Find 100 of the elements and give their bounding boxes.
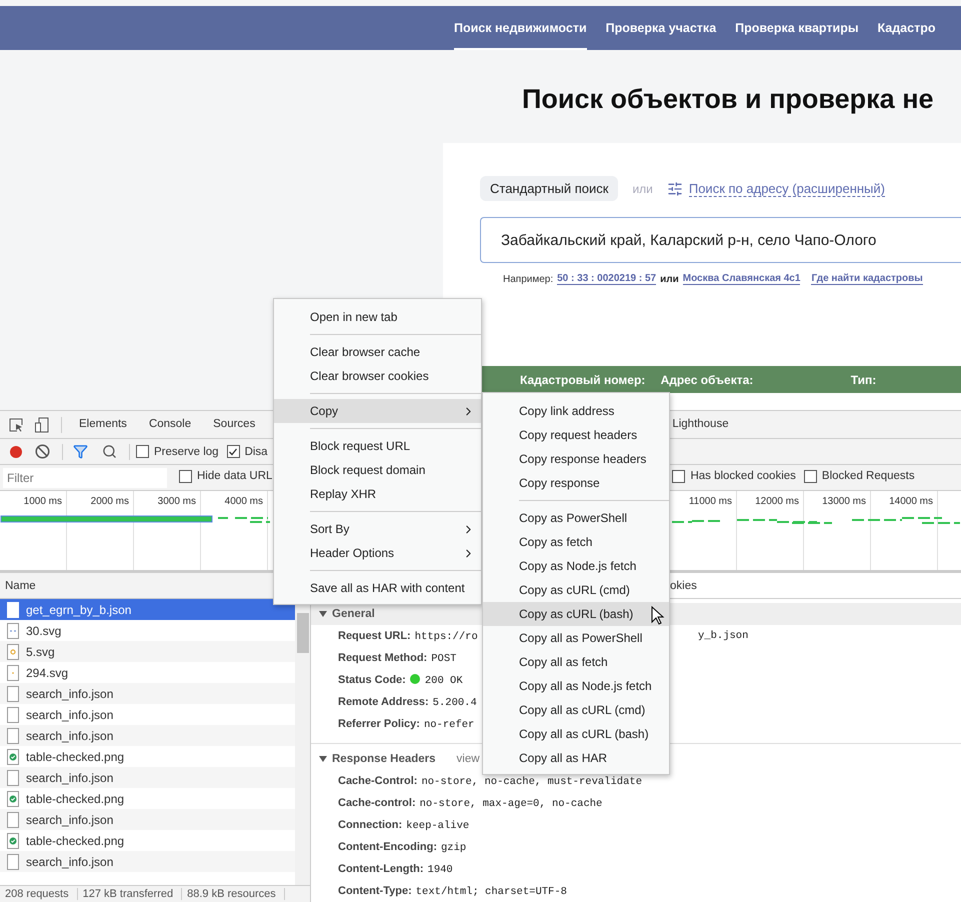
header-field: Remote Address: 5.200.4 bbox=[338, 696, 477, 708]
help-link[interactable]: Где найти кадастровы bbox=[811, 273, 923, 285]
section-header[interactable]: Response Headers view bbox=[311, 748, 480, 770]
expand-triangle-icon bbox=[319, 755, 327, 763]
example-link[interactable]: Москва Славянская 4с1 bbox=[682, 273, 800, 285]
menu-item[interactable]: Block request URL bbox=[274, 434, 481, 458]
file-icon bbox=[7, 832, 19, 848]
menu-item[interactable]: Copy all as fetch bbox=[483, 650, 669, 674]
nav-link[interactable]: Кадастро bbox=[878, 6, 936, 50]
menu-item[interactable]: Copy all as PowerShell bbox=[483, 626, 669, 650]
standard-search-button[interactable]: Стандартный поиск bbox=[480, 176, 618, 201]
nav-link[interactable]: Проверка участка bbox=[606, 6, 716, 50]
menu-item[interactable]: Clear browser cookies bbox=[274, 364, 481, 388]
file-icon bbox=[7, 748, 19, 764]
expand-triangle-icon bbox=[319, 610, 327, 618]
checkbox[interactable]: Disa bbox=[226, 445, 268, 458]
page-title: Поиск объектов и проверка не bbox=[522, 83, 935, 116]
checkbox[interactable]: Hide data URL bbox=[179, 470, 272, 482]
column-header: Кадастровый номер: bbox=[520, 372, 646, 386]
column-header: Тип: bbox=[850, 372, 878, 386]
tick-label: 11000 ms bbox=[688, 496, 732, 507]
request-row[interactable]: search_info.json bbox=[0, 851, 295, 872]
checkbox[interactable]: Has blocked cookies bbox=[672, 470, 796, 482]
tick-label: 4000 ms bbox=[224, 496, 263, 507]
request-row[interactable]: get_egrn_by_b.json bbox=[0, 599, 295, 620]
status-text: 208 requests bbox=[0, 888, 78, 900]
nav-link[interactable]: Проверка квартиры bbox=[735, 6, 859, 50]
search-field[interactable]: Забайкальский край, Каларский р-н, село Чапо-Олого bbox=[480, 217, 961, 263]
menu-item[interactable]: Sort By bbox=[274, 517, 481, 541]
details-tab[interactable]: okies bbox=[670, 580, 697, 592]
header-value: y_b.json bbox=[698, 630, 750, 642]
menu-item[interactable]: Block request domain bbox=[274, 458, 481, 482]
menu-item[interactable]: Copy all as Node.js fetch bbox=[483, 674, 669, 698]
menu-item[interactable]: Copy response headers bbox=[483, 447, 669, 471]
menu-item[interactable]: Copy all as cURL (bash) bbox=[483, 722, 669, 746]
devtools-tab[interactable]: Console bbox=[138, 411, 202, 438]
request-row[interactable]: search_info.json bbox=[0, 725, 295, 746]
checkbox[interactable]: Blocked Requests bbox=[804, 470, 915, 482]
file-icon bbox=[7, 790, 19, 806]
tick-label: 1000 ms bbox=[24, 496, 62, 507]
header-field: Referrer Policy: no-refer bbox=[338, 718, 474, 730]
header-field: Request Method: POST bbox=[338, 652, 456, 664]
tick-label: 3000 ms bbox=[158, 496, 196, 507]
header-field: Content-Length: 1940 bbox=[338, 862, 453, 876]
request-row[interactable]: search_info.json bbox=[0, 683, 295, 704]
devtools-tab[interactable]: Elements bbox=[68, 411, 138, 438]
nav-link[interactable]: Поиск недвижимости bbox=[454, 6, 587, 50]
file-icon bbox=[7, 812, 19, 828]
menu-item[interactable]: Copy as cURL (bash) bbox=[483, 602, 669, 626]
file-icon bbox=[7, 644, 19, 660]
menu-item[interactable]: Open in new tab bbox=[274, 305, 481, 329]
header-field: Cache-Control: no-store, no-cache, must-revalidate bbox=[338, 774, 642, 788]
or-label: или bbox=[660, 274, 679, 284]
cursor-icon bbox=[651, 606, 665, 626]
header-field: Content-Type: text/html; charset=UTF-8 bbox=[338, 884, 567, 898]
view-source-link[interactable]: view bbox=[456, 753, 480, 765]
advanced-search-link[interactable]: Поиск по адресу (расширенный) bbox=[688, 180, 885, 196]
tick-label: 12000 ms bbox=[755, 496, 799, 507]
file-icon bbox=[7, 664, 19, 680]
example-link[interactable]: 50 : 33 : 0020219 : 57 bbox=[557, 273, 656, 285]
menu-item[interactable]: Copy as cURL (cmd) bbox=[483, 578, 669, 602]
menu-item[interactable]: Clear browser cache bbox=[274, 340, 481, 364]
example-label: Например: bbox=[503, 274, 554, 284]
clear-icon[interactable] bbox=[35, 444, 50, 459]
menu-item[interactable]: Copy all as cURL (cmd) bbox=[483, 698, 669, 722]
filter-icon[interactable] bbox=[73, 444, 88, 459]
file-icon bbox=[7, 602, 19, 618]
menu-item[interactable]: Copy as PowerShell bbox=[483, 506, 669, 530]
header-field: Cache-control: no-store, max-age=0, no-cache bbox=[338, 796, 602, 810]
tick-label: 14000 ms bbox=[889, 496, 933, 507]
column-header: Name bbox=[5, 580, 36, 592]
sliders-icon bbox=[666, 180, 683, 196]
search-icon[interactable] bbox=[102, 444, 117, 459]
menu-item[interactable]: Copy bbox=[274, 399, 481, 423]
menu-item[interactable]: Replay XHR bbox=[274, 482, 481, 506]
file-icon bbox=[7, 854, 19, 870]
checkmark-icon bbox=[228, 446, 238, 456]
menu-item[interactable]: Copy as fetch bbox=[483, 530, 669, 554]
checkbox[interactable]: Preserve log bbox=[136, 445, 219, 458]
status-text: 127 kB transferred bbox=[78, 888, 182, 900]
file-icon bbox=[7, 728, 19, 744]
menu-item[interactable]: Copy response bbox=[483, 471, 669, 495]
menu-item[interactable]: Copy all as HAR bbox=[483, 746, 669, 770]
request-row[interactable]: search_info.json bbox=[0, 767, 295, 788]
menu-item[interactable]: Save all as HAR with content bbox=[274, 576, 481, 600]
file-icon bbox=[7, 706, 19, 722]
menu-item[interactable]: Header Options bbox=[274, 541, 481, 565]
menu-item[interactable]: Copy as Node.js fetch bbox=[483, 554, 669, 578]
header-field: Request URL: https://ro bbox=[338, 630, 478, 642]
filter-field[interactable]: Filter bbox=[3, 468, 167, 488]
file-icon bbox=[7, 622, 19, 638]
request-row[interactable]: search_info.json bbox=[0, 809, 295, 830]
header-field: Content-Encoding: gzip bbox=[338, 840, 466, 854]
tick-label: 13000 ms bbox=[822, 496, 866, 507]
file-icon bbox=[7, 686, 19, 702]
tick-label: 2000 ms bbox=[90, 496, 129, 507]
header-field: Status Code: 200 OK bbox=[338, 674, 463, 686]
devtools-tab[interactable]: Sources bbox=[202, 411, 266, 438]
or-label: или bbox=[632, 182, 653, 196]
request-row[interactable]: 5.svg bbox=[0, 641, 295, 662]
